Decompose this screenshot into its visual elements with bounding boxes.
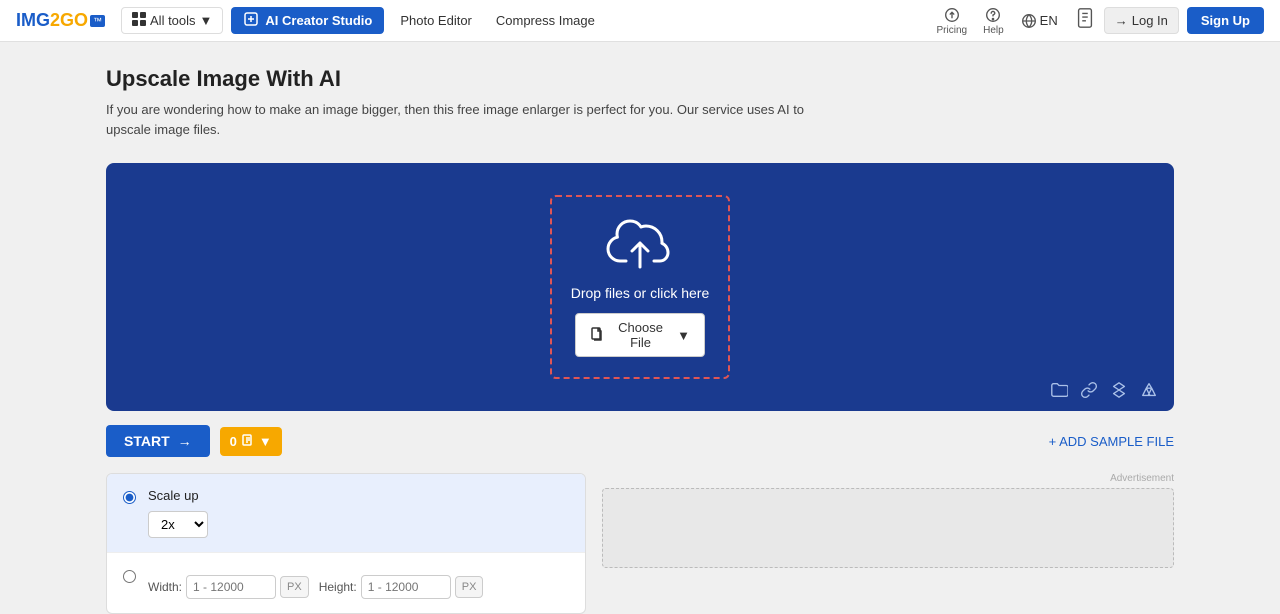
height-group: Height: PX bbox=[319, 575, 484, 599]
ad-panel: Advertisement bbox=[602, 473, 1174, 614]
logo-badge: ™ bbox=[90, 15, 105, 27]
help-link[interactable]: Help bbox=[983, 6, 1004, 36]
dimensions-radio[interactable] bbox=[123, 570, 136, 583]
width-input[interactable] bbox=[186, 575, 276, 599]
help-icon bbox=[984, 6, 1002, 24]
lang-label: EN bbox=[1040, 13, 1058, 28]
drop-zone-bottom-icons bbox=[1050, 381, 1158, 399]
ai-creator-button[interactable]: AI Creator Studio bbox=[231, 7, 384, 34]
scale-select[interactable]: 2x 4x 8x bbox=[148, 511, 208, 538]
dimensions-content: Width: PX Height: PX bbox=[148, 567, 483, 599]
height-unit: PX bbox=[455, 576, 484, 598]
width-label: Width: bbox=[148, 580, 182, 594]
help-label: Help bbox=[983, 25, 1004, 36]
chevron-down-icon: ▼ bbox=[677, 328, 690, 343]
googledrive-icon[interactable] bbox=[1140, 381, 1158, 399]
logo[interactable]: IMG2GO ™ bbox=[16, 10, 105, 31]
cloud-upload-icon bbox=[604, 217, 676, 273]
scale-up-content: Scale up 2x 4x 8x bbox=[148, 488, 208, 538]
scale-up-radio[interactable] bbox=[123, 491, 136, 504]
width-group: Width: PX bbox=[148, 575, 309, 599]
ai-icon bbox=[243, 11, 259, 30]
options-container: Scale up 2x 4x 8x Width: P bbox=[106, 473, 1174, 614]
start-label: START bbox=[124, 433, 170, 449]
add-sample-button[interactable]: + ADD SAMPLE FILE bbox=[1049, 434, 1174, 449]
ad-box bbox=[602, 488, 1174, 568]
arrow-right-icon: → bbox=[178, 433, 192, 449]
folder-icon[interactable] bbox=[1050, 381, 1068, 399]
height-input[interactable] bbox=[361, 575, 451, 599]
drop-zone-wrapper: Drop files or click here Choose File ▼ bbox=[106, 163, 1174, 411]
scale-up-option: Scale up 2x 4x 8x bbox=[107, 474, 585, 553]
ad-label: Advertisement bbox=[1110, 473, 1174, 484]
files-count: 0 bbox=[230, 434, 237, 449]
scale-up-label: Scale up bbox=[148, 488, 208, 503]
main-content: Upscale Image With AI If you are wonderi… bbox=[90, 42, 1190, 614]
signup-button[interactable]: Sign Up bbox=[1187, 7, 1264, 34]
login-label: Log In bbox=[1132, 13, 1168, 28]
navbar: IMG2GO ™ All tools ▼ AI Creator Studio P… bbox=[0, 0, 1280, 42]
files-count-badge[interactable]: 0 ▼ bbox=[220, 427, 282, 456]
pricing-label: Pricing bbox=[937, 25, 968, 36]
pricing-icon bbox=[943, 6, 961, 24]
globe-icon bbox=[1020, 12, 1038, 30]
login-button[interactable]: → Log In bbox=[1104, 7, 1179, 34]
dimensions-option: Width: PX Height: PX bbox=[107, 553, 585, 613]
height-label: Height: bbox=[319, 580, 357, 594]
options-panel: Scale up 2x 4x 8x Width: P bbox=[106, 473, 586, 614]
grid-icon bbox=[132, 12, 146, 29]
history-icon bbox=[1074, 7, 1096, 29]
all-tools-label: All tools bbox=[150, 13, 196, 28]
drop-text: Drop files or click here bbox=[571, 285, 710, 301]
all-tools-button[interactable]: All tools ▼ bbox=[121, 7, 223, 34]
add-sample-label: + ADD SAMPLE FILE bbox=[1049, 434, 1174, 449]
language-selector[interactable]: EN bbox=[1020, 12, 1058, 30]
choose-file-button[interactable]: Choose File ▼ bbox=[575, 313, 705, 357]
compress-image-link[interactable]: Compress Image bbox=[488, 9, 603, 32]
dropbox-icon[interactable] bbox=[1110, 381, 1128, 399]
chevron-down-icon: ▼ bbox=[259, 434, 272, 449]
pricing-link[interactable]: Pricing bbox=[937, 6, 968, 36]
page-title: Upscale Image With AI bbox=[106, 66, 1174, 92]
nav-icons: Pricing Help EN bbox=[937, 6, 1096, 36]
action-bar: START → 0 ▼ + ADD SAMPLE FILE bbox=[106, 425, 1174, 457]
drop-zone[interactable]: Drop files or click here Choose File ▼ bbox=[550, 195, 730, 379]
logo-text: IMG2GO bbox=[16, 10, 88, 31]
width-unit: PX bbox=[280, 576, 309, 598]
photo-editor-link[interactable]: Photo Editor bbox=[392, 9, 480, 32]
start-button[interactable]: START → bbox=[106, 425, 210, 457]
link-icon[interactable] bbox=[1080, 381, 1098, 399]
chevron-down-icon: ▼ bbox=[200, 13, 213, 28]
files-icon bbox=[241, 433, 255, 450]
login-icon: → bbox=[1115, 13, 1128, 28]
page-description: If you are wondering how to make an imag… bbox=[106, 100, 846, 139]
choose-file-label: Choose File bbox=[610, 320, 671, 350]
file-icon bbox=[590, 327, 604, 344]
history-button[interactable] bbox=[1074, 7, 1096, 34]
ai-creator-label: AI Creator Studio bbox=[265, 13, 372, 28]
